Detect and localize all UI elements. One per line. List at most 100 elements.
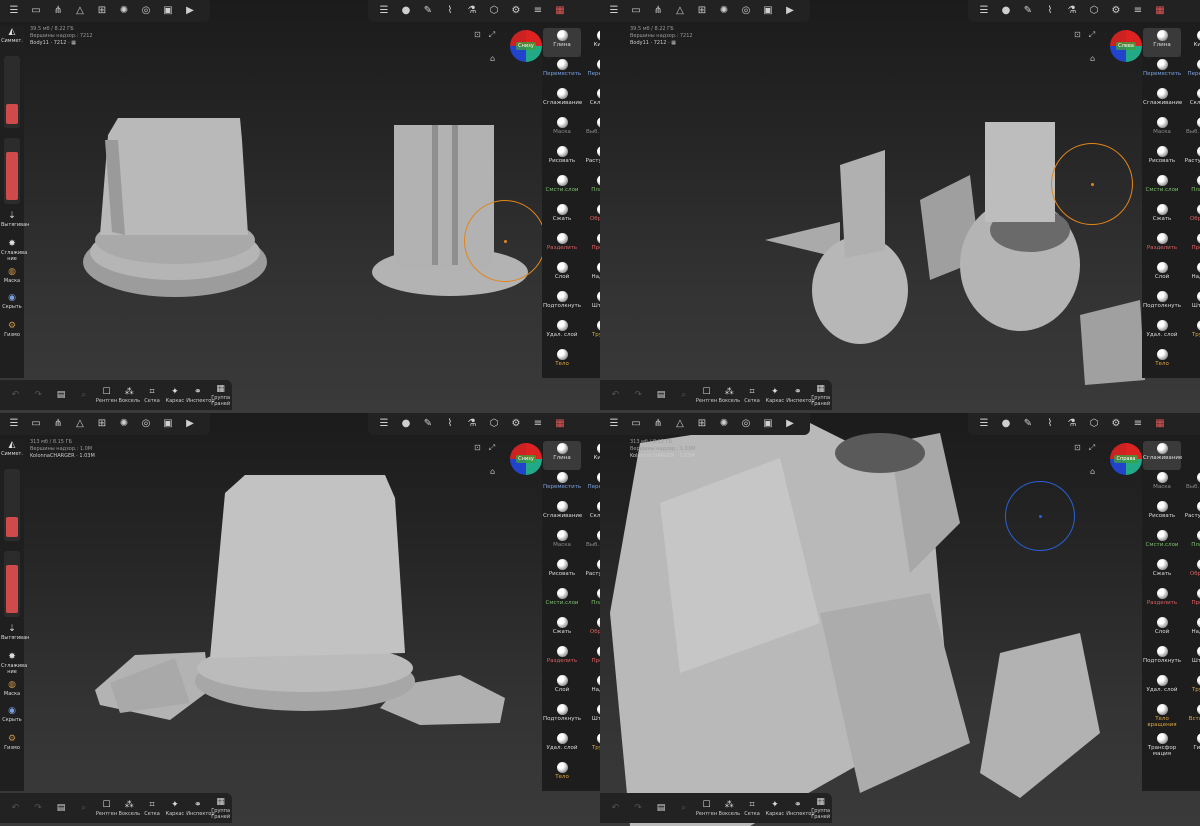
grid-button[interactable]: ⌗ Сетка	[141, 800, 164, 817]
undo-button[interactable]: ↶	[604, 390, 627, 401]
settings-icon[interactable]: ⚙	[506, 2, 526, 20]
pen-icon[interactable]: ✎	[418, 2, 438, 20]
tool-5-0[interactable]: Смсти.слои	[543, 173, 581, 202]
tool-3-0[interactable]: Смсти.слои	[1143, 528, 1181, 557]
tool-1-1[interactable]: Перетаск.	[1183, 57, 1200, 86]
scene-icon[interactable]: △	[670, 2, 690, 20]
left-hide-button[interactable]: ◉ Скрыть	[1, 292, 23, 310]
tool-10-1[interactable]: Гизмо	[1183, 731, 1200, 760]
tool-4-0[interactable]: Рисовать	[1143, 144, 1181, 173]
cube-icon[interactable]: ⬡	[1084, 2, 1104, 20]
left-extrude-button[interactable]: ⇣ Вытягиван	[1, 623, 29, 641]
topology-icon[interactable]: ⊞	[692, 2, 712, 20]
material-sphere-icon[interactable]: ●	[396, 2, 416, 20]
xray-button[interactable]: ☐ Рентген	[695, 387, 718, 404]
fullscreen-icon[interactable]: ⤢	[489, 443, 495, 453]
calendar-icon[interactable]: ▦	[1150, 415, 1170, 433]
wireframe-button[interactable]: ✦ Каркас	[163, 387, 186, 404]
undo-button[interactable]: ↶	[604, 803, 627, 814]
redo-button[interactable]: ↷	[27, 803, 50, 814]
left-mask-button[interactable]: ◍ Маска	[1, 679, 23, 697]
left-symmetry-button[interactable]: ◭ Симмет.	[1, 26, 23, 44]
tool-5-1[interactable]: Планар	[583, 173, 600, 202]
tool-3-0[interactable]: Маска	[543, 115, 581, 144]
layers-icon[interactable]: ☰	[4, 2, 24, 20]
share-icon[interactable]: ⋔	[648, 415, 668, 433]
orientation-cube[interactable]: Слева	[1110, 30, 1142, 62]
tool-0-1[interactable]: Кисть	[583, 28, 600, 57]
tool-3-1[interactable]: Выб. маску	[1183, 115, 1200, 144]
scene-icon[interactable]: △	[70, 415, 90, 433]
cube-icon[interactable]: ⬡	[484, 415, 504, 433]
tool-8-0[interactable]: Слой	[1143, 260, 1181, 289]
size-slider[interactable]	[4, 469, 20, 541]
flask-icon[interactable]: ⚗	[462, 415, 482, 433]
left-symmetry-button[interactable]: ◭ Симмет.	[1, 439, 23, 457]
orientation-cube[interactable]: Снизу	[510, 30, 542, 62]
left-smooth-button[interactable]: ✸ Сглажива ние	[1, 238, 27, 262]
settings-icon[interactable]: ⚙	[1106, 2, 1126, 20]
tool-8-1[interactable]: Надуть	[583, 673, 600, 702]
home-icon[interactable]: ⌂	[490, 467, 495, 476]
voxel-button[interactable]: ⁂ Воксель	[118, 387, 141, 404]
wireframe-button[interactable]: ✦ Каркас	[763, 800, 786, 817]
tool-9-0[interactable]: Тело вращения	[1143, 702, 1181, 731]
lock-icon[interactable]: ⊡	[1074, 443, 1081, 453]
tool-6-1[interactable]: Надуть	[1183, 615, 1200, 644]
sliders-icon[interactable]: ≡	[1128, 2, 1148, 20]
light-icon[interactable]: ✺	[714, 415, 734, 433]
image-icon[interactable]: ▣	[758, 415, 778, 433]
tool-10-0[interactable]: Трансфор мация	[1143, 731, 1181, 760]
object-name[interactable]: Body11 · 7212 · ▦	[630, 40, 693, 47]
tool-5-0[interactable]: Смсти.слои	[1143, 173, 1181, 202]
tool-11-0[interactable]: Тело	[1143, 347, 1181, 376]
history-button[interactable]: ▤	[650, 803, 673, 814]
pen-icon[interactable]: ✎	[1018, 415, 1038, 433]
inspector-button[interactable]: ⚭ Инспектор	[786, 800, 814, 817]
facegroup-button[interactable]: ▦ Группа Граней	[209, 384, 232, 407]
inspector-button[interactable]: ⚭ Инспектор	[786, 387, 814, 404]
calendar-icon[interactable]: ▦	[550, 415, 570, 433]
history-button[interactable]: ▤	[50, 390, 73, 401]
tool-9-0[interactable]: Подтолкнуть	[543, 289, 581, 318]
lock-icon[interactable]: ⊡	[1074, 30, 1081, 40]
tool-2-1[interactable]: Растушевка	[1183, 499, 1200, 528]
pen-icon[interactable]: ✎	[418, 415, 438, 433]
tool-6-1[interactable]: Обрезка	[583, 615, 600, 644]
left-smooth-button[interactable]: ✸ Сглажива ние	[1, 651, 27, 675]
xray-button[interactable]: ☐ Рентген	[95, 387, 118, 404]
object-name[interactable]: Body11 · 7212 · ▦	[30, 40, 93, 47]
home-icon[interactable]: ⌂	[1090, 54, 1095, 63]
tool-3-1[interactable]: Планар	[1183, 528, 1200, 557]
camera-icon[interactable]: ▶	[780, 415, 800, 433]
tool-10-0[interactable]: Удал. слой	[543, 318, 581, 347]
material-icon[interactable]: ◎	[136, 2, 156, 20]
tool-8-0[interactable]: Слой	[543, 260, 581, 289]
redo-button[interactable]: ↷	[27, 390, 50, 401]
tool-1-1[interactable]: Выб. маску	[1183, 470, 1200, 499]
tool-1-0[interactable]: Переместить	[543, 470, 581, 499]
tool-4-1[interactable]: Обрезка	[1183, 557, 1200, 586]
flask-icon[interactable]: ⚗	[1062, 415, 1082, 433]
calendar-icon[interactable]: ▦	[550, 2, 570, 20]
sliders-icon[interactable]: ≡	[528, 2, 548, 20]
tool-0-1[interactable]: Кисть	[583, 441, 600, 470]
tool-2-0[interactable]: Сглаживание	[543, 499, 582, 528]
intensity-slider[interactable]	[4, 138, 20, 204]
tool-2-0[interactable]: Сглаживание	[543, 86, 582, 115]
tool-7-0[interactable]: Подтолкнуть	[1143, 644, 1181, 673]
layers-icon[interactable]: ☰	[604, 415, 624, 433]
brush-icon[interactable]: ⌇	[440, 415, 460, 433]
search-button[interactable]: ⌕	[72, 803, 95, 814]
tool-10-1[interactable]: Трубка	[583, 731, 600, 760]
tool-0-0[interactable]: Сглаживание	[1143, 441, 1182, 470]
lock-icon[interactable]: ⊡	[474, 443, 481, 453]
tool-10-0[interactable]: Удал. слой	[543, 731, 581, 760]
tool-11-0[interactable]: Тело	[543, 760, 581, 789]
grid-button[interactable]: ⌗ Сетка	[741, 800, 764, 817]
brush-icon[interactable]: ⌇	[1040, 415, 1060, 433]
folder-icon[interactable]: ▭	[26, 2, 46, 20]
home-icon[interactable]: ⌂	[1090, 467, 1095, 476]
tool-0-0[interactable]: Глина	[1143, 28, 1181, 57]
voxel-button[interactable]: ⁂ Воксель	[718, 387, 741, 404]
